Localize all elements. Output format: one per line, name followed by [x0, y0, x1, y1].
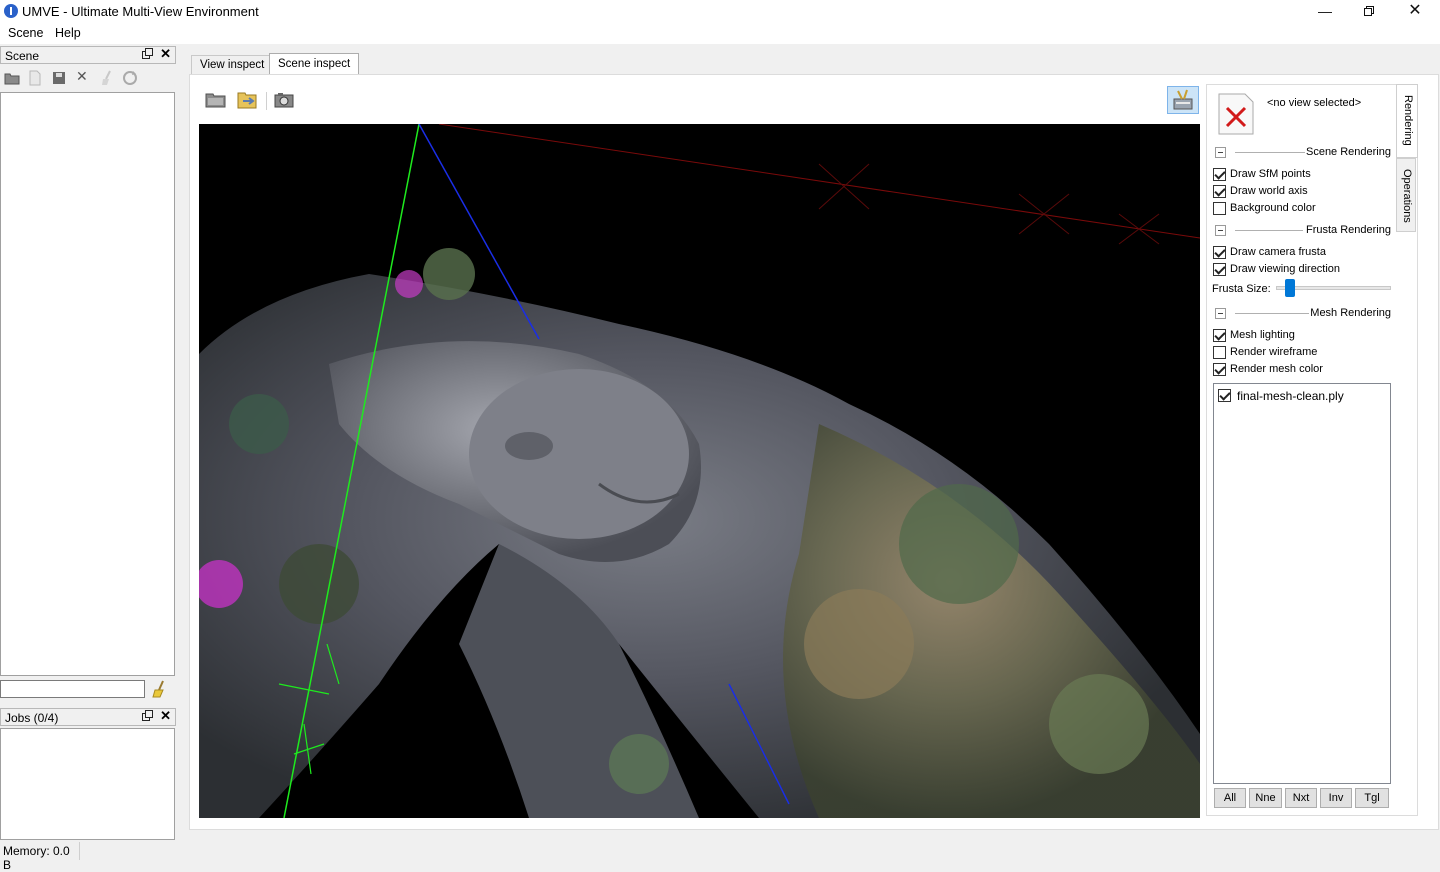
no-view-icon [1218, 93, 1254, 135]
frusta-rendering-header: Frusta Rendering [1215, 224, 1391, 238]
minimize-icon[interactable]: — [1302, 0, 1348, 24]
toggle-button[interactable]: Tgl [1355, 788, 1389, 808]
checkbox-box[interactable] [1218, 389, 1231, 402]
list-item[interactable]: final-mesh-clean.ply [1218, 388, 1388, 404]
checkbox-box[interactable] [1213, 363, 1226, 376]
dock-float-icon[interactable] [142, 48, 153, 62]
checkbox-box[interactable] [1213, 168, 1226, 181]
select-none-button[interactable]: Nne [1249, 788, 1282, 808]
toolbar-separator [266, 92, 267, 110]
select-next-button[interactable]: Nxt [1285, 788, 1317, 808]
jobs-list[interactable] [0, 728, 175, 840]
menu-bar: Scene Help [0, 24, 1440, 44]
checkbox-box[interactable] [1213, 346, 1226, 359]
clean-icon[interactable] [100, 70, 114, 86]
mesh-rendering-header: Mesh Rendering [1215, 307, 1391, 321]
broom-icon[interactable] [152, 680, 168, 698]
settings-toolbox-icon[interactable] [1167, 86, 1199, 114]
scene-rendering-label: Scene Rendering [1305, 146, 1391, 158]
open-scene-icon[interactable] [205, 91, 227, 109]
delete-icon[interactable]: ✕ [76, 68, 88, 85]
scene-rendering-header: Scene Rendering [1215, 146, 1391, 160]
reload-icon[interactable] [237, 90, 259, 110]
collapse-icon[interactable] [1215, 225, 1226, 236]
select-invert-button[interactable]: Inv [1320, 788, 1352, 808]
checkbox-box[interactable] [1213, 202, 1226, 215]
collapse-icon[interactable] [1215, 147, 1226, 158]
tab-rendering[interactable]: Rendering [1396, 84, 1418, 158]
title-bar: UMVE - Ultimate Multi-View Environment —… [0, 0, 1440, 24]
view-selected-label: <no view selected> [1267, 97, 1362, 109]
dock-close-icon[interactable]: ✕ [160, 708, 171, 724]
checkbox-box[interactable] [1213, 329, 1226, 342]
mesh-rendering-label: Mesh Rendering [1310, 307, 1391, 319]
checkbox-box[interactable] [1213, 185, 1226, 198]
mesh-list[interactable]: final-mesh-clean.ply [1213, 383, 1391, 784]
restore-icon[interactable] [1346, 0, 1392, 24]
open-folder-icon[interactable] [4, 71, 20, 85]
scene-dock-titlebar: Scene ✕ [0, 46, 176, 64]
reconstructed-mesh-render [199, 124, 1200, 818]
tab-scene-inspect[interactable]: Scene inspect [269, 53, 360, 75]
checkbox-box[interactable] [1213, 246, 1226, 259]
scene-dock-toolbar: ✕ [4, 68, 144, 86]
close-icon[interactable]: ✕ [1392, 0, 1438, 24]
jobs-dock-titlebar: Jobs (0/4) ✕ [0, 708, 176, 726]
collapse-icon[interactable] [1215, 308, 1226, 319]
menu-help[interactable]: Help [55, 26, 81, 40]
new-file-icon[interactable] [28, 70, 42, 86]
dock-float-icon[interactable] [142, 710, 153, 724]
scene-filter-input[interactable] [0, 680, 145, 698]
save-icon[interactable] [52, 71, 66, 85]
frusta-size-label: Frusta Size: [1212, 283, 1271, 295]
scene-3d-viewport[interactable] [199, 124, 1200, 818]
checkbox-box[interactable] [1213, 263, 1226, 276]
tab-view-inspect[interactable]: View inspect [191, 55, 274, 74]
dock-close-icon[interactable]: ✕ [160, 46, 171, 62]
scene-tree[interactable] [0, 92, 175, 676]
tab-operations[interactable]: Operations [1396, 158, 1416, 232]
screenshot-icon[interactable] [274, 92, 294, 108]
refresh-icon[interactable] [122, 70, 138, 86]
window-title: UMVE - Ultimate Multi-View Environment [22, 4, 259, 19]
slider-handle[interactable] [1285, 279, 1295, 297]
app-logo-icon [4, 4, 18, 18]
memory-status: Memory: 0.0 B [0, 842, 80, 872]
select-all-button[interactable]: All [1214, 788, 1246, 808]
menu-scene[interactable]: Scene [8, 26, 43, 40]
frusta-rendering-label: Frusta Rendering [1306, 224, 1391, 236]
frusta-size-slider[interactable] [1276, 279, 1391, 297]
